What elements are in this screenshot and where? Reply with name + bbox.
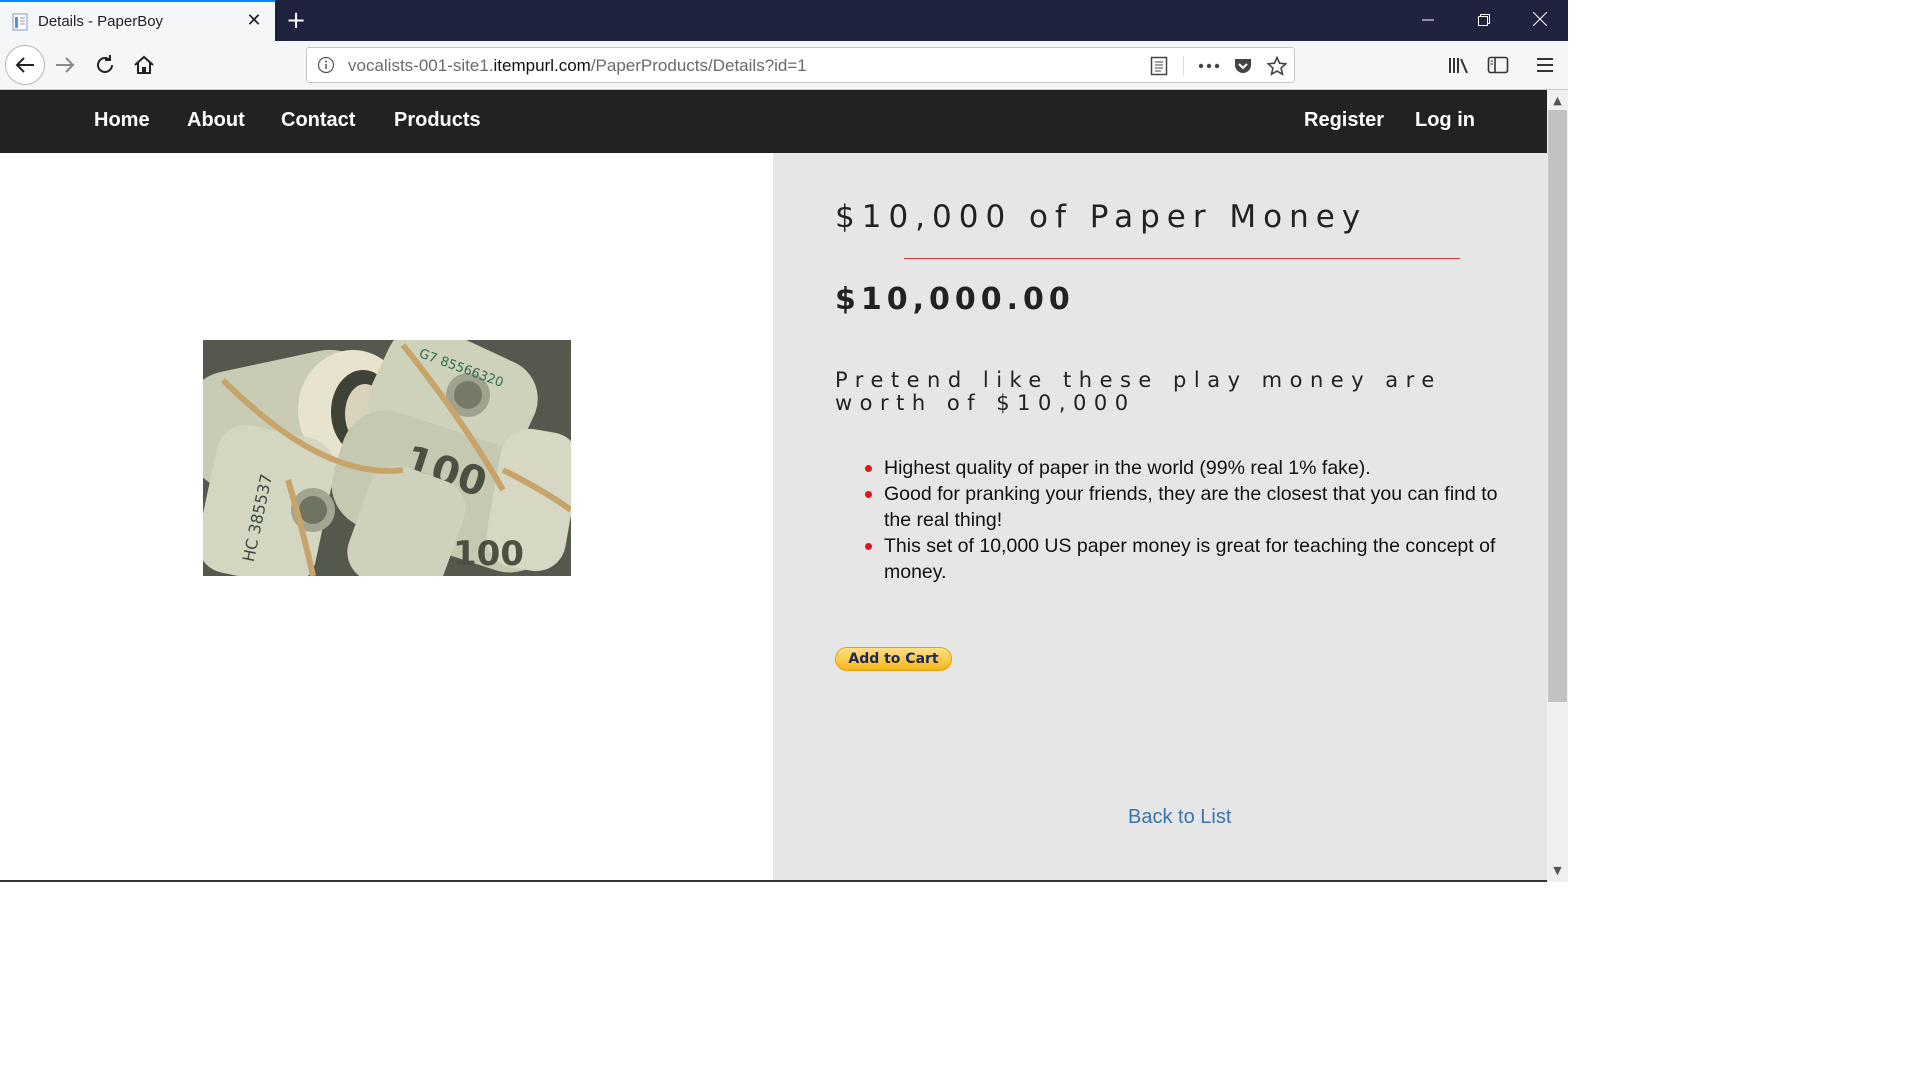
reload-button[interactable] xyxy=(85,45,125,85)
library-icon[interactable] xyxy=(1447,53,1471,77)
minimize-button[interactable] xyxy=(1400,0,1456,41)
arrow-right-icon xyxy=(56,57,75,73)
nav-register-link[interactable]: Register xyxy=(1304,109,1384,132)
scrollbar-thumb[interactable] xyxy=(1548,110,1567,702)
nav-products-link[interactable]: Products xyxy=(394,109,481,132)
url-divider xyxy=(1183,56,1184,76)
title-divider xyxy=(904,258,1460,259)
info-icon[interactable] xyxy=(317,56,335,74)
site-navbar: Home About Contact Products Register Log… xyxy=(0,90,1547,153)
tab-title: Details - PaperBoy xyxy=(38,13,164,30)
bullet-icon xyxy=(865,491,872,498)
nav-login-link[interactable]: Log in xyxy=(1415,109,1475,132)
restore-button[interactable] xyxy=(1456,0,1512,41)
feature-text: Good for pranking your friends, they are… xyxy=(884,483,1498,531)
sidebar-icon[interactable] xyxy=(1486,53,1510,77)
bullet-icon xyxy=(865,543,872,550)
back-button[interactable] xyxy=(5,45,45,85)
list-item: This set of 10,000 US paper money is gre… xyxy=(864,533,1524,585)
product-price: $10,000.00 xyxy=(835,282,1075,317)
list-item: Highest quality of paper in the world (9… xyxy=(864,455,1524,481)
more-icon[interactable] xyxy=(1197,54,1221,78)
nav-contact-link[interactable]: Contact xyxy=(281,109,355,132)
nav-home-link[interactable]: Home xyxy=(94,109,150,132)
pocket-icon[interactable] xyxy=(1231,54,1255,78)
product-image: 100 HC 385537 100 G7 85566320 xyxy=(203,340,571,576)
browser-toolbar: vocalists-001-site1.itempurl.com/PaperPr… xyxy=(0,41,1568,90)
close-window-button[interactable] xyxy=(1512,0,1568,41)
home-icon xyxy=(134,55,154,74)
nav-about-link[interactable]: About xyxy=(187,109,245,132)
product-description: Pretend like these play money are worth … xyxy=(835,368,1442,415)
minimize-icon xyxy=(1422,19,1434,21)
browser-tab-bar: Details - PaperBoy ✕ + xyxy=(0,0,1568,41)
url-path: /PaperProducts/Details?id=1 xyxy=(590,56,807,75)
forward-button[interactable] xyxy=(45,45,85,85)
url-text[interactable]: vocalists-001-site1.itempurl.com/PaperPr… xyxy=(348,56,807,76)
url-prefix: vocalists-001-site1. xyxy=(348,56,494,75)
url-domain: itempurl.com xyxy=(493,56,591,75)
add-to-cart-button[interactable]: Add to Cart xyxy=(835,647,952,671)
scroll-down-icon[interactable]: ▼ xyxy=(1547,862,1568,880)
close-icon xyxy=(1532,11,1548,27)
scroll-up-icon[interactable]: ▲ xyxy=(1547,92,1568,110)
new-tab-button[interactable]: + xyxy=(284,6,308,34)
page-bottom-edge xyxy=(0,880,1547,882)
page-favicon-icon xyxy=(12,13,28,31)
hamburger-menu-icon[interactable] xyxy=(1533,53,1557,77)
arrow-left-icon xyxy=(15,57,34,73)
list-item: Good for pranking your friends, they are… xyxy=(864,481,1524,533)
home-button[interactable] xyxy=(124,45,164,85)
tab-close-icon[interactable]: ✕ xyxy=(244,9,264,33)
bullet-icon xyxy=(865,465,872,472)
back-to-list-link[interactable]: Back to List xyxy=(1128,806,1231,829)
svg-text:100: 100 xyxy=(453,534,524,574)
browser-tab[interactable]: Details - PaperBoy ✕ xyxy=(0,0,275,41)
product-title: $10,000 of Paper Money xyxy=(835,199,1368,235)
url-bar[interactable]: vocalists-001-site1.itempurl.com/PaperPr… xyxy=(306,47,1295,83)
reader-view-icon[interactable] xyxy=(1147,54,1171,78)
feature-text: This set of 10,000 US paper money is gre… xyxy=(884,535,1496,583)
feature-list: Highest quality of paper in the world (9… xyxy=(864,455,1524,585)
restore-icon xyxy=(1478,14,1490,26)
reload-icon xyxy=(97,55,113,73)
feature-text: Highest quality of paper in the world (9… xyxy=(884,457,1371,479)
star-icon[interactable] xyxy=(1265,54,1289,78)
